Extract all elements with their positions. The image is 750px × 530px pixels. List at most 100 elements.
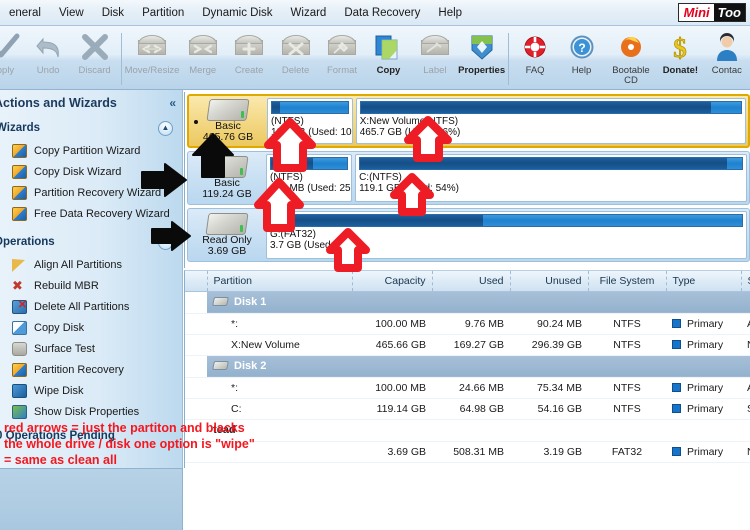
disk-map-row-3[interactable]: Read Only 3.69 GB G:(FAT32) 3.7 GB (Used… bbox=[187, 208, 750, 262]
toolbar-move-resize-button[interactable]: Move/Resize bbox=[125, 29, 179, 87]
col-header-unused[interactable]: Unused bbox=[510, 271, 589, 292]
sidebar-item-show-disk-properties[interactable]: Show Disk Properties bbox=[0, 401, 182, 422]
toolbar-merge-label: Merge bbox=[189, 65, 217, 76]
partition-block[interactable]: X:New Volume(NTFS) 465.7 GB (Used: 36%) bbox=[355, 98, 746, 144]
toolbar-bootable-cd-button[interactable]: Bootable CD bbox=[605, 29, 657, 87]
cell-capacity: 100.00 MB bbox=[352, 313, 432, 335]
menu-disk[interactable]: Disk bbox=[93, 4, 133, 22]
wipe-disk-icon bbox=[12, 383, 27, 398]
toolbar-delete-label: Delete bbox=[281, 65, 310, 76]
disk-group-label-cell: Disk 1 bbox=[207, 291, 750, 314]
sidebar-item-delete-all-partitions[interactable]: Delete All Partitions bbox=[0, 296, 182, 317]
toolbar-contact-button[interactable]: Contac bbox=[704, 29, 750, 87]
table-row[interactable]: X:New Volume 465.66 GB 169.27 GB 296.39 … bbox=[185, 334, 750, 356]
menu-data-recovery[interactable]: Data Recovery bbox=[335, 4, 429, 22]
disk-capacity-label: 3.69 GB bbox=[207, 245, 247, 257]
partition-block[interactable]: G:(FAT32) 3.7 GB (Used: 13%) bbox=[266, 211, 747, 259]
toolbar-donate-button[interactable]: $ Donate! bbox=[657, 29, 703, 87]
toolbar-merge-button[interactable]: Merge bbox=[179, 29, 225, 87]
logo-text-mini: Mini bbox=[678, 4, 714, 21]
svg-text:$: $ bbox=[674, 33, 688, 61]
toolbar-create-button[interactable]: Create bbox=[226, 29, 272, 87]
menu-wizard[interactable]: Wizard bbox=[282, 4, 336, 22]
toolbar-copy-label: Copy bbox=[376, 65, 401, 76]
cell-partition: *: bbox=[207, 313, 352, 335]
sidebar-item-partition-recovery[interactable]: Partition Recovery bbox=[0, 359, 182, 380]
col-header-partition[interactable]: Partition bbox=[207, 271, 353, 292]
sidebar-item-wipe-disk[interactable]: Wipe Disk bbox=[0, 380, 182, 401]
cell-type-label: Primary bbox=[687, 402, 724, 415]
logo-text-tool: Too bbox=[713, 4, 745, 21]
properties-icon bbox=[467, 29, 497, 65]
sidebar-item-copy-disk-wizard[interactable]: Copy Disk Wizard bbox=[0, 161, 182, 182]
table-disk-group-header[interactable]: Disk 1 bbox=[185, 291, 750, 314]
minitool-logo: Mini Too bbox=[677, 3, 746, 22]
menu-general[interactable]: eneral bbox=[0, 4, 50, 22]
col-header-type[interactable]: Type bbox=[666, 271, 742, 292]
x-mark-icon bbox=[80, 29, 110, 65]
sidebar-item-free-data-recovery-wizard[interactable]: Free Data Recovery Wizard bbox=[0, 203, 182, 224]
partition-block[interactable]: (NTFS) 100 MB (Used: 10%) bbox=[267, 98, 353, 144]
table-row[interactable]: *: 100.00 MB 9.76 MB 90.24 MB NTFS Prima… bbox=[185, 313, 750, 335]
toolbar-properties-button[interactable]: Properties bbox=[458, 29, 505, 87]
bootable-cd-icon bbox=[617, 29, 645, 65]
disk-map-row-1[interactable]: Basic 465.76 GB (NTFS) 100 MB (Used: 10%… bbox=[187, 94, 750, 148]
sidebar-item-surface-test[interactable]: Surface Test bbox=[0, 338, 182, 359]
toolbar-faq-button[interactable]: FAQ bbox=[512, 29, 558, 87]
row-spacer bbox=[185, 334, 207, 356]
cell-capacity: 119.14 GB bbox=[352, 398, 432, 420]
toolbar-undo-button[interactable]: Undo bbox=[25, 29, 71, 87]
cell-file-system: NTFS bbox=[588, 313, 666, 335]
toolbar-copy-button[interactable]: Copy bbox=[365, 29, 411, 87]
toolbar-delete-button[interactable]: Delete bbox=[272, 29, 318, 87]
disk-capacity-label: 465.76 GB bbox=[202, 131, 254, 143]
toolbar-format-button[interactable]: Format bbox=[319, 29, 365, 87]
sidebar-item-copy-partition-wizard[interactable]: Copy Partition Wizard bbox=[0, 140, 182, 161]
toolbar-discard-label: Discard bbox=[78, 65, 111, 76]
collapse-sidebar-icon[interactable]: « bbox=[169, 96, 176, 110]
menu-help[interactable]: Help bbox=[429, 4, 471, 22]
sidebar-group-operations-header[interactable]: Operations ▲ bbox=[0, 230, 182, 254]
sidebar-item-partition-recovery-wizard[interactable]: Partition Recovery Wizard bbox=[0, 182, 182, 203]
undo-arrow-icon bbox=[33, 29, 63, 65]
chevron-up-icon-operations[interactable]: ▲ bbox=[158, 234, 173, 250]
partition-line1: C:(NTFS) bbox=[359, 172, 402, 183]
sidebar-title: Actions and Wizards bbox=[0, 96, 117, 110]
menu-partition[interactable]: Partition bbox=[133, 4, 193, 22]
label-disk-icon bbox=[420, 29, 449, 65]
table-row[interactable]: *: 100.00 MB 24.66 MB 75.34 MB NTFS Prim… bbox=[185, 377, 750, 399]
sidebar-item-copy-disk[interactable]: Copy Disk bbox=[0, 317, 182, 338]
wizard-icon bbox=[12, 206, 27, 221]
col-header-capacity[interactable]: Capacity bbox=[352, 271, 433, 292]
col-header-used[interactable]: Used bbox=[432, 271, 511, 292]
table-disk-group-header[interactable]: Disk 2 bbox=[185, 355, 750, 378]
disk-selected-marker bbox=[194, 120, 198, 124]
cell-type-label: Primary bbox=[687, 317, 724, 330]
toolbar-help-button[interactable]: ? Help bbox=[558, 29, 604, 87]
sidebar-item-align-all-partitions[interactable]: Align All Partitions bbox=[0, 254, 182, 275]
cell-type-label: Primary bbox=[687, 445, 724, 458]
disk-group-label: Disk 2 bbox=[234, 360, 267, 372]
delete-icon bbox=[12, 298, 27, 314]
sidebar-group-wizards-title: Wizards bbox=[0, 122, 40, 134]
partition-block[interactable]: (NTFS) 100 MB (Used: 25%) bbox=[266, 154, 353, 202]
table-row[interactable]: C: 119.14 GB 64.98 GB 54.16 GB NTFS Prim… bbox=[185, 398, 750, 420]
col-header-file-system[interactable]: File System bbox=[588, 271, 667, 292]
partition-block[interactable]: C:(NTFS) 119.1 GB (Used: 54%) bbox=[355, 154, 747, 202]
toolbar-label-button[interactable]: Label bbox=[412, 29, 458, 87]
chevron-up-icon-wizards[interactable]: ▲ bbox=[158, 120, 173, 136]
sidebar-item-label: Copy Partition Wizard bbox=[34, 144, 141, 157]
col-header-status[interactable]: Status bbox=[741, 271, 750, 292]
disk-partitions-1: (NTFS) 100 MB (Used: 10%) X:New Volume(N… bbox=[265, 98, 746, 144]
menu-view[interactable]: View bbox=[50, 4, 93, 22]
toolbar-apply-button[interactable]: pply bbox=[0, 29, 25, 87]
toolbar-discard-button[interactable]: Discard bbox=[71, 29, 117, 87]
partition-line2: 3.7 GB (Used: 13%) bbox=[270, 240, 360, 251]
disk-map-row-2[interactable]: Basic 119.24 GB (NTFS) 100 MB (Used: 25%… bbox=[187, 151, 750, 205]
sidebar-item-rebuild-mbr[interactable]: ✖ Rebuild MBR bbox=[0, 275, 182, 296]
col-header-blank[interactable] bbox=[185, 271, 208, 292]
cell-unused: 3.19 GB bbox=[510, 441, 588, 463]
partition-line1: X:New Volume(NTFS) bbox=[359, 116, 459, 127]
sidebar-group-wizards-header[interactable]: Wizards ▲ bbox=[0, 116, 182, 140]
menu-dynamic-disk[interactable]: Dynamic Disk bbox=[193, 4, 281, 22]
